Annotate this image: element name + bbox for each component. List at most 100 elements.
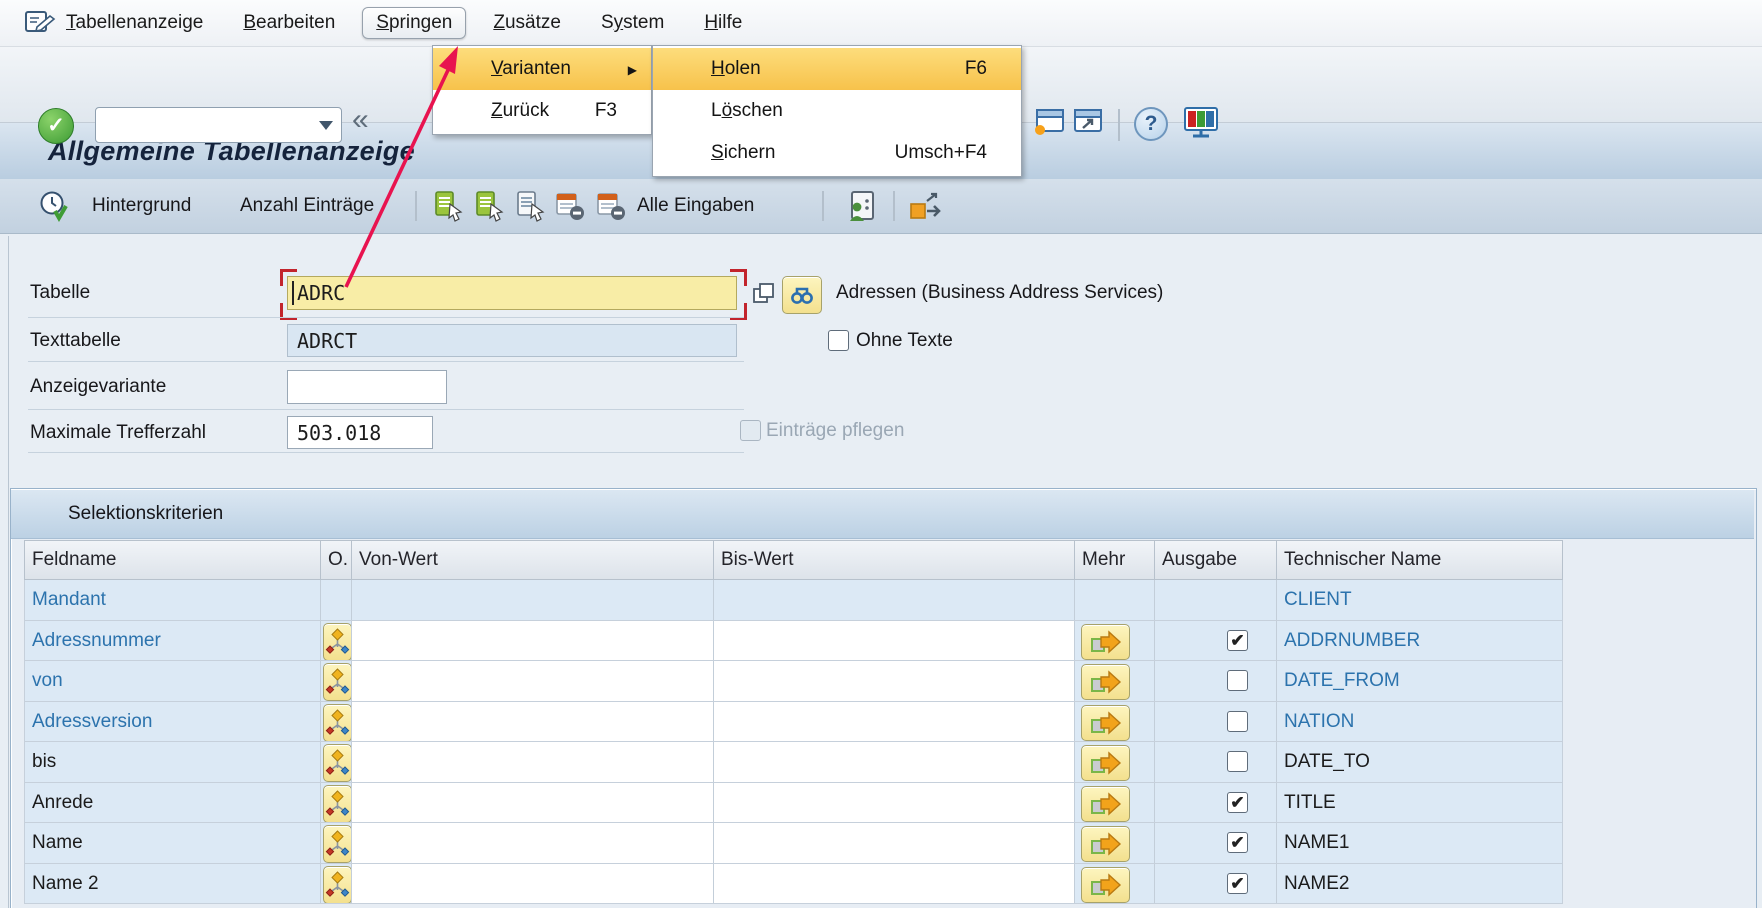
bis-wert-input[interactable] (713, 783, 1074, 823)
technical-name[interactable]: DATE_FROM (1276, 661, 1564, 701)
field-name-link[interactable]: von (25, 661, 320, 701)
von-wert-input[interactable] (351, 621, 713, 661)
menu-system[interactable]: System (601, 12, 664, 34)
von-wert-input[interactable] (351, 702, 713, 742)
selection-option-button[interactable] (323, 623, 351, 661)
command-field[interactable] (95, 107, 342, 143)
varianten-item-holen[interactable]: HolenF6 (653, 48, 1021, 90)
bis-wert-input[interactable] (713, 823, 1074, 863)
ausgabe-checkbox[interactable] (1227, 711, 1248, 732)
ausgabe-cell (1154, 702, 1276, 742)
technical-name[interactable]: NAME1 (1276, 823, 1564, 863)
anzahl-eintraege-button[interactable]: Anzahl Einträge (240, 179, 374, 233)
springen-item-zur-ck[interactable]: ZurückF3 (433, 90, 651, 132)
selection-option-button[interactable] (323, 825, 351, 863)
menu-tabellenanzeige[interactable]: Tabellenanzeige (66, 12, 203, 34)
field-name-link[interactable]: Adressversion (25, 702, 320, 742)
varianten-item-l-schen[interactable]: Löschen (653, 90, 1021, 132)
ausgabe-checkbox[interactable]: ✔ (1227, 792, 1248, 813)
field-name-link[interactable]: bis (25, 742, 320, 782)
layout-monitor-icon[interactable] (1182, 105, 1220, 141)
von-wert-input[interactable] (351, 783, 713, 823)
mehr-cell (1074, 823, 1154, 863)
menu-springen[interactable]: Springen (362, 7, 466, 39)
selection-option-button[interactable] (323, 866, 351, 904)
delete-all-selections-icon[interactable] (594, 189, 628, 223)
execute-clock-icon[interactable] (38, 189, 72, 223)
multiple-selection-button[interactable] (1081, 786, 1130, 822)
row-divider (28, 409, 744, 410)
menu-shortcut: F6 (965, 48, 987, 90)
export-icon[interactable] (906, 189, 946, 225)
select-all-icon[interactable] (514, 189, 548, 223)
technical-name[interactable]: ADDRNUMBER (1276, 621, 1564, 661)
von-wert-input[interactable] (351, 823, 713, 863)
menu-shortcut: F3 (595, 90, 617, 132)
field-name-link[interactable]: Anrede (25, 783, 320, 823)
selection-option-button[interactable] (323, 744, 351, 782)
new-session-window-icon[interactable] (1034, 106, 1066, 136)
column-header-bis-wert: Bis-Wert (713, 541, 1074, 579)
alle-eingaben-button[interactable]: Alle Eingaben (637, 179, 754, 233)
technical-name[interactable]: TITLE (1276, 783, 1564, 823)
option-cell (320, 783, 351, 823)
multiple-selection-button[interactable] (1081, 624, 1130, 660)
ausgabe-checkbox[interactable]: ✔ (1227, 873, 1248, 894)
ausgabe-checkbox[interactable] (1227, 751, 1248, 772)
ausgabe-checkbox[interactable]: ✔ (1227, 630, 1248, 651)
von-wert-input[interactable] (351, 864, 713, 904)
menu-zus-tze[interactable]: Zusätze (493, 12, 561, 34)
anzeigevariante-input[interactable] (287, 370, 447, 404)
technical-name[interactable]: DATE_TO (1276, 742, 1564, 782)
selection-option-button[interactable] (323, 704, 351, 742)
menu-hilfe[interactable]: Hilfe (704, 12, 742, 34)
varianten-item-sichern[interactable]: SichernUmsch+F4 (653, 132, 1021, 174)
help-icon[interactable]: ? (1134, 107, 1168, 141)
multiple-selection-button[interactable] (1081, 867, 1130, 903)
shortcut-window-icon[interactable] (1072, 106, 1104, 136)
multiple-selection-button[interactable] (1081, 664, 1130, 700)
possible-entries-icon[interactable] (750, 280, 778, 308)
mehr-cell (1074, 621, 1154, 661)
ausgabe-checkbox[interactable]: ✔ (1227, 832, 1248, 853)
hintergrund-button[interactable]: Hintergrund (92, 179, 191, 233)
multiple-selection-button[interactable] (1081, 705, 1130, 741)
select-block-icon[interactable] (432, 189, 466, 223)
technical-name[interactable]: NAME2 (1276, 864, 1564, 904)
max-trefferzahl-input[interactable]: 503.018 (287, 416, 433, 449)
enter-check-icon[interactable]: ✓ (38, 108, 74, 144)
form-window-icon[interactable] (24, 8, 56, 44)
bis-wert-input[interactable] (713, 621, 1074, 661)
field-name-link[interactable]: Name (25, 823, 320, 863)
selection-row-date-from: von DATE_FROM (24, 661, 1563, 702)
mehr-cell (1074, 783, 1154, 823)
multiple-selection-button[interactable] (1081, 826, 1130, 862)
tabelle-input[interactable]: ADRC (287, 276, 737, 310)
von-wert-input[interactable] (351, 742, 713, 782)
technical-name[interactable]: NATION (1276, 702, 1564, 742)
von-wert-input[interactable] (351, 661, 713, 701)
delete-selection-icon[interactable] (553, 189, 587, 223)
ohne-texte-checkbox[interactable] (828, 330, 849, 351)
search-binoculars-button[interactable] (782, 276, 822, 314)
field-name-link[interactable]: Mandant (25, 580, 320, 620)
bis-wert-input[interactable] (713, 864, 1074, 904)
menu-bearbeiten[interactable]: Bearbeiten (243, 12, 335, 34)
command-dropdown-icon[interactable] (319, 121, 333, 130)
texttabelle-input[interactable]: ADRCT (287, 324, 737, 357)
multiple-selection-button[interactable] (1081, 745, 1130, 781)
ausgabe-checkbox[interactable] (1227, 670, 1248, 691)
tabelle-label: Tabelle (30, 276, 90, 310)
select-block-icon[interactable] (473, 189, 507, 223)
user-settings-icon[interactable] (843, 189, 881, 225)
selection-option-button[interactable] (323, 663, 351, 701)
springen-item-varianten[interactable]: Varianten▶ (433, 48, 651, 90)
field-name-link[interactable]: Name 2 (25, 864, 320, 904)
field-name-link[interactable]: Adressnummer (25, 621, 320, 661)
bis-wert-input[interactable] (713, 742, 1074, 782)
selection-option-button[interactable] (323, 785, 351, 823)
bis-wert-input[interactable] (713, 661, 1074, 701)
technical-name[interactable]: CLIENT (1276, 580, 1564, 620)
bis-wert-input[interactable] (713, 702, 1074, 742)
collapse-toolbar-icon[interactable]: « (352, 103, 369, 137)
